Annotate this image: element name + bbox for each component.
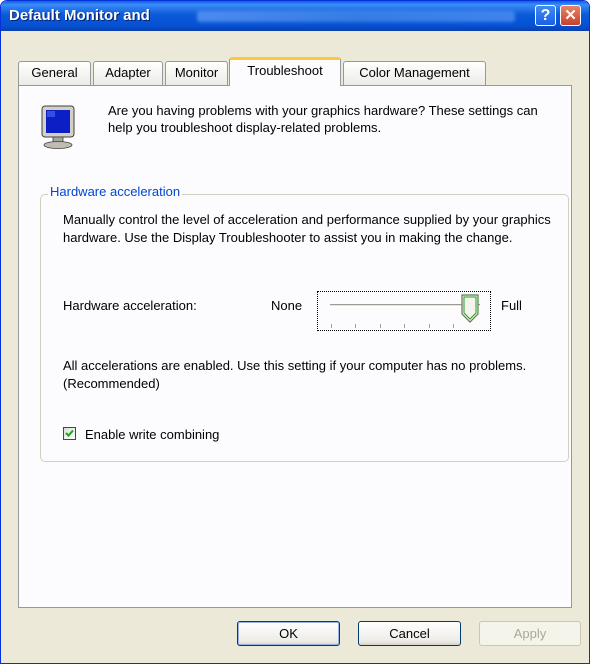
hardware-acceleration-label: Hardware acceleration: bbox=[63, 298, 197, 313]
slider-track[interactable] bbox=[330, 304, 480, 307]
apply-button[interactable]: Apply bbox=[479, 621, 581, 646]
slider-max-label: Full bbox=[501, 298, 522, 313]
tab-strip: General Adapter Monitor Troubleshoot Col… bbox=[18, 57, 573, 86]
ok-button[interactable]: OK bbox=[237, 621, 340, 646]
tab-color-management[interactable]: Color Management bbox=[343, 61, 486, 85]
slider-tick bbox=[331, 324, 332, 328]
group-legend: Hardware acceleration bbox=[48, 184, 183, 199]
slider-tick bbox=[453, 324, 454, 328]
cancel-button[interactable]: Cancel bbox=[358, 621, 461, 646]
title-bar[interactable]: Default Monitor and ? ✕ bbox=[1, 1, 589, 31]
acceleration-status: All accelerations are enabled. Use this … bbox=[63, 358, 527, 391]
acceleration-description: Manually control the level of accelerati… bbox=[63, 212, 551, 245]
slider-thumb[interactable] bbox=[460, 294, 480, 324]
help-button[interactable]: ? bbox=[535, 5, 556, 26]
slider-tick bbox=[355, 324, 356, 328]
slider-tick bbox=[429, 324, 430, 328]
tab-monitor[interactable]: Monitor bbox=[165, 61, 228, 85]
tab-adapter[interactable]: Adapter bbox=[93, 61, 163, 85]
checkmark-icon bbox=[65, 429, 74, 437]
acceleration-slider[interactable] bbox=[317, 291, 491, 331]
slider-tick bbox=[404, 324, 405, 328]
display-properties-dialog: Default Monitor and ? ✕ General Adapter … bbox=[0, 0, 590, 664]
slider-min-label: None bbox=[271, 298, 303, 313]
close-button[interactable]: ✕ bbox=[560, 5, 581, 26]
redacted-title-text bbox=[197, 11, 515, 22]
write-combining-checkbox[interactable] bbox=[63, 427, 76, 440]
window-title: Default Monitor and bbox=[9, 7, 150, 24]
tab-troubleshoot[interactable]: Troubleshoot bbox=[229, 57, 341, 86]
tab-general[interactable]: General bbox=[18, 61, 91, 85]
monitor-icon bbox=[41, 105, 75, 149]
write-combining-label[interactable]: Enable write combining bbox=[85, 427, 219, 442]
slider-tick bbox=[380, 324, 381, 328]
intro-text: Are you having problems with your graphi… bbox=[108, 103, 538, 135]
